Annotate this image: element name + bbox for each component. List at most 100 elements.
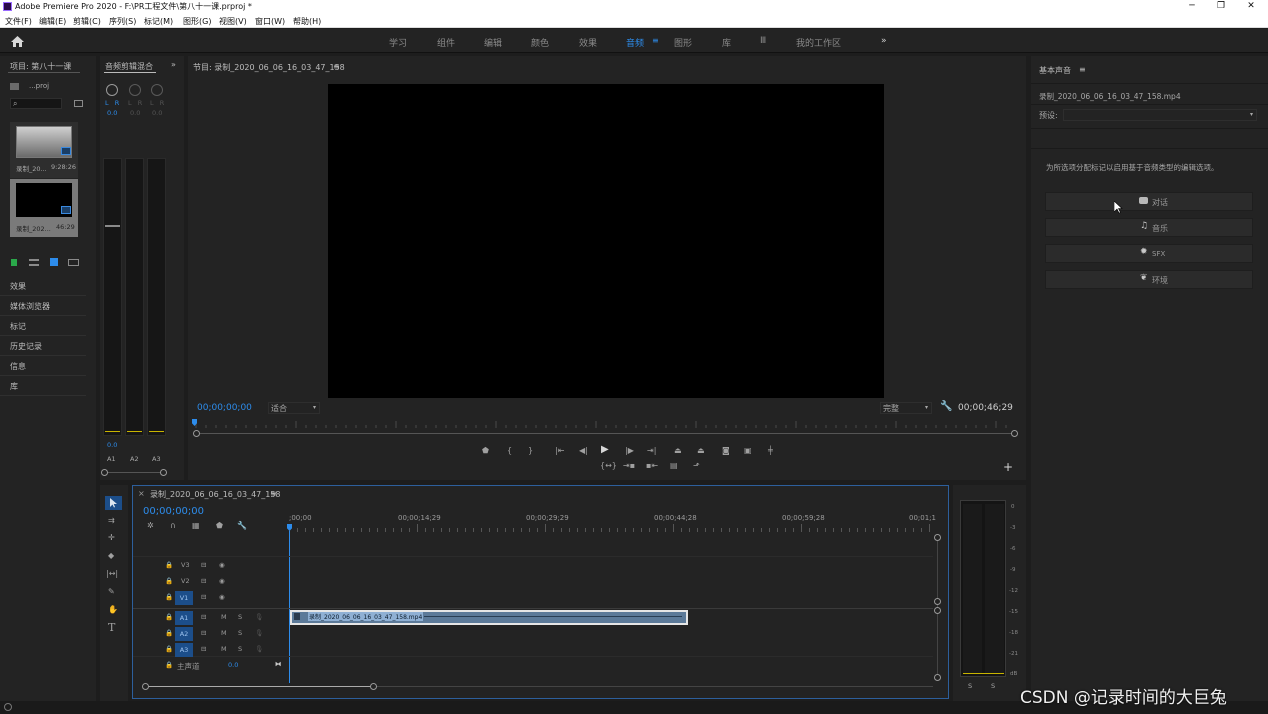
track-lock-icon[interactable]: 🔒: [165, 661, 173, 669]
clip-thumbnail-1[interactable]: 录制_20... 9:28:26: [10, 122, 78, 178]
add-marker-icon[interactable]: ⬟: [216, 521, 223, 530]
panel-menu-icon[interactable]: ≡: [270, 489, 277, 498]
vertical-scrollbar[interactable]: [937, 536, 938, 676]
vscroll-handle[interactable]: [934, 598, 941, 605]
freeform-view-icon[interactable]: [68, 259, 79, 266]
track-label-source[interactable]: V1: [175, 591, 193, 605]
zoom-scrollbar[interactable]: [197, 433, 1017, 434]
dialogue-button[interactable]: 对话: [1045, 192, 1253, 211]
play-icon[interactable]: ▶: [601, 445, 609, 455]
sync-lock-icon[interactable]: ⊟: [201, 613, 206, 621]
track-lock-icon[interactable]: 🔒: [165, 593, 173, 601]
essential-sound-title[interactable]: 基本声音: [1039, 65, 1071, 76]
track-label[interactable]: V3: [181, 561, 190, 569]
workspace-three[interactable]: Ⅲ: [760, 36, 766, 46]
workspace-editing[interactable]: 编辑: [484, 36, 502, 49]
mixer-scrollbar[interactable]: [103, 472, 167, 473]
hscroll-handle-right[interactable]: [370, 683, 377, 690]
mute-button[interactable]: M: [221, 613, 227, 621]
lift-icon[interactable]: ⏏: [674, 446, 682, 455]
panel-menu-icon[interactable]: ≡: [333, 62, 340, 71]
track-label-source[interactable]: A2: [175, 627, 193, 641]
menu-edit[interactable]: 编辑(E): [39, 16, 66, 27]
time-ruler[interactable]: [192, 419, 1016, 431]
lock-icon[interactable]: [11, 259, 17, 266]
track-label[interactable]: V2: [181, 577, 190, 585]
zoom-handle-left[interactable]: [193, 430, 200, 437]
menu-view[interactable]: 视图(V): [219, 16, 247, 27]
type-tool-icon[interactable]: T: [108, 622, 115, 633]
add-marker-icon[interactable]: ⬟: [482, 446, 489, 455]
sync-lock-icon[interactable]: ⊟: [201, 561, 206, 569]
more-workspaces-button[interactable]: »: [881, 36, 887, 46]
a1-volume-value[interactable]: 0.0: [107, 441, 117, 449]
track-lock-icon[interactable]: 🔒: [165, 629, 173, 637]
zoom-handle-right[interactable]: [1011, 430, 1018, 437]
markers-tab[interactable]: 标记: [10, 321, 26, 332]
timeline-settings-wrench-icon[interactable]: 🔧: [237, 521, 247, 530]
project-search-input[interactable]: ⌕: [10, 98, 62, 109]
pen-icon[interactable]: ✎: [108, 587, 115, 596]
step-back-icon[interactable]: ◀|: [579, 446, 588, 455]
minimize-button[interactable]: ─: [1178, 0, 1206, 14]
mark-out-icon[interactable]: }: [528, 446, 533, 455]
menu-sequence[interactable]: 序列(S): [109, 16, 136, 27]
mark-in-icon[interactable]: {: [507, 446, 512, 455]
mixer-expand-button[interactable]: »: [171, 60, 176, 69]
workspace-color[interactable]: 颜色: [531, 36, 549, 49]
close-window-button[interactable]: ✕: [1237, 0, 1265, 14]
nest-icon[interactable]: ▦: [192, 521, 200, 530]
track-select-icon[interactable]: ⇉: [108, 516, 115, 525]
horizontal-scrollbar[interactable]: [145, 686, 373, 687]
solo-left-button[interactable]: S: [968, 682, 972, 690]
panel-menu-icon[interactable]: ≡: [1079, 65, 1086, 74]
icon-view-icon[interactable]: [50, 258, 58, 266]
linked-selection-icon[interactable]: ∩: [170, 521, 176, 530]
solo-right-button[interactable]: S: [991, 682, 995, 690]
mute-button[interactable]: M: [221, 629, 227, 637]
toggle-proxies-icon[interactable]: ▤: [670, 461, 678, 470]
a3-fader[interactable]: [147, 158, 166, 436]
pan-knob-a2[interactable]: [129, 84, 141, 96]
workspace-menu-icon[interactable]: ≡: [652, 36, 659, 45]
playhead-timecode[interactable]: 00;00;00;00: [197, 403, 252, 413]
close-sequence-icon[interactable]: ×: [138, 489, 145, 498]
export-frame-icon[interactable]: ◙: [722, 446, 730, 455]
microphone-icon[interactable]: 🎙: [255, 645, 263, 653]
program-video-frame[interactable]: [328, 84, 884, 398]
a2-fader[interactable]: [125, 158, 144, 436]
export-icon[interactable]: ⬏: [693, 461, 700, 470]
add-button[interactable]: +: [1003, 460, 1013, 474]
menu-window[interactable]: 窗口(W): [255, 16, 285, 27]
fit-dropdown[interactable]: 适合 ▾: [268, 402, 320, 414]
master-volume-value[interactable]: 0.0: [228, 661, 238, 669]
workspace-my[interactable]: 我的工作区: [796, 36, 841, 49]
sync-lock-icon[interactable]: ⊟: [201, 645, 206, 653]
wrench-icon[interactable]: 🔧: [940, 401, 952, 412]
vscroll-handle[interactable]: [934, 674, 941, 681]
new-bin-icon[interactable]: [74, 100, 83, 107]
workspace-learn[interactable]: 学习: [389, 36, 407, 49]
overwrite-icon[interactable]: ▪⇤: [646, 461, 658, 470]
scroll-handle-left[interactable]: [101, 469, 108, 476]
vscroll-handle[interactable]: [934, 607, 941, 614]
slip-icon[interactable]: |↔|: [106, 569, 118, 578]
insert-icon[interactable]: ⇥▪: [623, 461, 635, 470]
workspace-libraries[interactable]: 库: [722, 36, 731, 49]
timeline-timecode[interactable]: 00;00;00;00: [143, 506, 204, 517]
history-tab[interactable]: 历史记录: [10, 341, 42, 352]
vscroll-handle[interactable]: [934, 534, 941, 541]
eye-icon[interactable]: ◉: [219, 577, 225, 585]
snap-icon[interactable]: ✲: [147, 521, 154, 530]
eye-icon[interactable]: ◉: [219, 593, 225, 601]
media-browser-tab[interactable]: 媒体浏览器: [10, 301, 50, 312]
info-tab[interactable]: 信息: [10, 361, 26, 372]
workspace-effects[interactable]: 效果: [579, 36, 597, 49]
solo-button[interactable]: S: [238, 613, 242, 621]
scroll-handle-right[interactable]: [160, 469, 167, 476]
razor-icon[interactable]: ◆: [108, 551, 114, 560]
workspace-assembly[interactable]: 组件: [437, 36, 455, 49]
maximize-button[interactable]: ❐: [1207, 0, 1235, 14]
music-button[interactable]: ♫ 音乐: [1045, 218, 1253, 237]
go-to-out-icon[interactable]: ⇥|: [647, 446, 656, 455]
